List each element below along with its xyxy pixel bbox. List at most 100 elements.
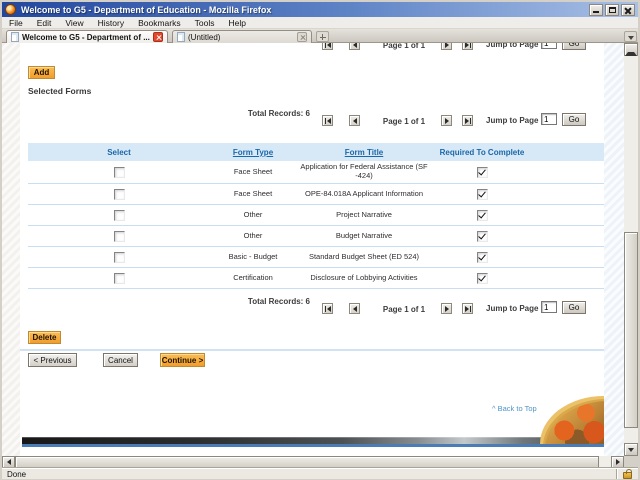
form-type-cell: Face Sheet [233,166,273,176]
required-checkbox[interactable] [476,209,488,221]
table-row: Other Project Narrative [28,205,604,226]
selected-forms-table: Select Form Type Form Title Required To … [28,143,604,289]
previous-page-button[interactable] [349,303,360,314]
jump-to-page-label: Jump to Page [486,43,539,49]
previous-button[interactable]: < Previous [28,353,77,367]
menu-bookmarks[interactable]: Bookmarks [131,17,188,29]
table-row: Face Sheet Application for Federal Assis… [28,161,604,184]
right-margin-pattern [604,43,624,456]
select-checkbox[interactable] [113,272,125,284]
menu-history[interactable]: History [91,17,131,29]
form-title-cell: OPE-84.018A Applicant Information [305,188,423,198]
back-to-top-link[interactable]: ^ Back to Top [492,404,537,413]
total-records: Total Records: 6 [247,297,310,306]
go-button[interactable]: Go [562,113,586,126]
classroom-corner-image [540,396,604,444]
next-page-button[interactable] [441,303,452,314]
firefox-icon [5,4,16,15]
form-type-cell: Other [243,230,263,240]
pagination-top: Total Records: 6 Page 1 of 1 Jump to Pag… [2,43,604,51]
scroll-down-icon[interactable] [624,443,638,456]
tab-bar: Welcome to G5 - Department of ... (Untit… [2,29,638,43]
horizontal-scrollbar[interactable] [2,456,624,468]
page-content: Total Records: 6 Page 1 of 1 Jump to Pag… [2,43,624,456]
tab-close-icon[interactable] [153,32,163,42]
pagination-below-table: Total Records: 6 Page 1 of 1 Jump to Pag… [2,296,604,315]
select-checkbox[interactable] [113,251,125,263]
required-checkbox[interactable] [476,230,488,242]
footer-blue-line [22,444,604,447]
new-tab-button[interactable] [316,31,329,42]
continue-button[interactable]: Continue > [160,353,205,367]
previous-page-button[interactable] [349,43,360,50]
form-title-cell: Budget Narrative [335,230,393,240]
form-title-cell: Project Narrative [336,209,392,219]
table-header-row: Select Form Type Form Title Required To … [28,143,604,161]
select-checkbox[interactable] [113,166,125,178]
first-page-button[interactable] [322,115,333,126]
jump-to-page-input[interactable] [541,113,557,125]
form-type-cell: Face Sheet [233,188,273,198]
select-checkbox[interactable] [113,188,125,200]
window-title: Welcome to G5 - Department of Education … [21,4,272,15]
lock-icon [623,469,632,479]
go-button[interactable]: Go [562,301,586,314]
left-margin-pattern [2,43,20,456]
close-button[interactable] [621,3,635,16]
add-button[interactable]: Add [28,66,55,79]
vertical-scrollbar[interactable] [624,43,638,456]
status-bar: Done [2,468,638,479]
menu-help[interactable]: Help [221,17,252,29]
vertical-scrollbar-thumb[interactable] [624,232,638,428]
last-page-button[interactable] [462,115,473,126]
cancel-button[interactable]: Cancel [103,353,138,367]
delete-button[interactable]: Delete [28,331,61,344]
page-label: Page 1 of 1 [382,43,426,50]
required-checkbox[interactable] [476,166,488,178]
jump-to-page-input[interactable] [541,43,557,49]
go-button[interactable]: Go [562,43,586,50]
table-row: Certification Disclosure of Lobbying Act… [28,268,604,289]
jump-to-page-label: Jump to Page [486,116,539,125]
total-records: Total Records: 6 [247,109,310,118]
select-checkbox[interactable] [113,209,125,221]
menu-file[interactable]: File [2,17,30,29]
menu-edit[interactable]: Edit [30,17,59,29]
first-page-button[interactable] [322,43,333,50]
header-form-title[interactable]: Form Title [296,148,432,157]
table-row: Basic - Budget Standard Budget Sheet (ED… [28,247,604,268]
scroll-up-icon[interactable] [624,43,638,56]
scroll-left-icon[interactable] [2,456,15,468]
page-title: Selected Forms [28,86,92,96]
tab-close-icon[interactable] [297,32,307,42]
form-title-cell: Standard Budget Sheet (ED 524) [308,251,420,261]
next-page-button[interactable] [441,43,452,50]
table-row: Face Sheet OPE-84.018A Applicant Informa… [28,184,604,205]
title-bar: Welcome to G5 - Department of Education … [2,2,638,17]
required-checkbox[interactable] [476,188,488,200]
next-page-button[interactable] [441,115,452,126]
select-checkbox[interactable] [113,230,125,242]
tab-welcome[interactable]: Welcome to G5 - Department of ... [6,30,168,43]
last-page-button[interactable] [462,303,473,314]
tab-untitled[interactable]: (Untitled) [172,30,312,43]
footer-bar [22,437,604,444]
list-all-tabs-button[interactable] [624,31,637,42]
restore-button[interactable] [605,3,619,16]
previous-page-button[interactable] [349,115,360,126]
last-page-button[interactable] [462,43,473,50]
required-checkbox[interactable] [476,251,488,263]
scroll-right-icon[interactable] [611,456,624,468]
horizontal-scrollbar-thumb[interactable] [15,456,599,468]
page-icon [11,32,19,42]
menu-view[interactable]: View [58,17,90,29]
header-form-type[interactable]: Form Type [210,148,296,157]
form-type-cell: Certification [233,272,273,282]
required-checkbox[interactable] [476,272,488,284]
menu-tools[interactable]: Tools [188,17,222,29]
status-text: Done [7,469,27,479]
scrollbar-corner [624,456,638,468]
minimize-button[interactable] [589,3,603,16]
first-page-button[interactable] [322,303,333,314]
jump-to-page-input[interactable] [541,301,557,313]
